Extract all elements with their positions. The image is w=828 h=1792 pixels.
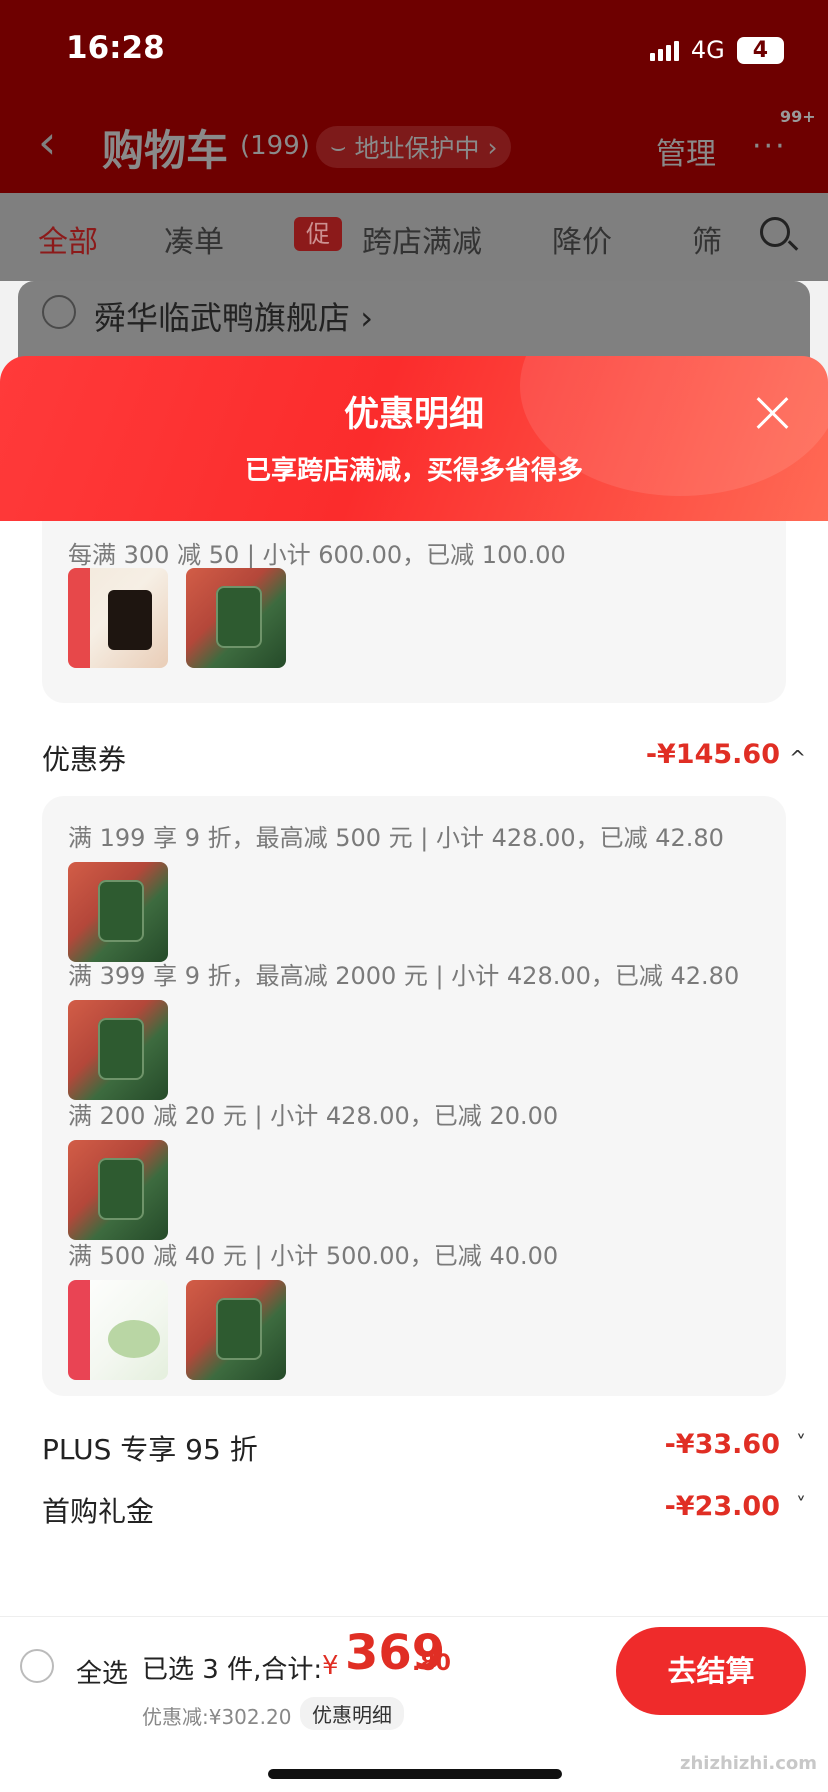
page-title: 购物车: [102, 126, 229, 175]
plus-discount-amount[interactable]: -¥33.60: [665, 1429, 780, 1460]
store-row: 舜华临武鸭旗舰店 ›: [18, 281, 810, 361]
address-protect-label: 地址保护中: [354, 134, 480, 163]
coupon-rule: 满 200 减 20 元 | 小计 428.00，已减 20.00: [68, 1102, 559, 1130]
chevron-left-icon[interactable]: ‹: [38, 115, 56, 169]
close-icon[interactable]: [752, 392, 794, 434]
sheet-title: 优惠明细: [343, 395, 484, 435]
product-thumbnail: [68, 1140, 168, 1240]
home-indicator[interactable]: [268, 1769, 562, 1779]
status-bar: 16:28 4G 4: [0, 0, 828, 95]
cross-store-rule: 每满 300 减 50 | 小计 600.00，已减 100.00: [68, 541, 566, 569]
tab-all[interactable]: 全部: [38, 217, 98, 261]
battery-icon: 4: [736, 36, 784, 64]
message-badge: 99+: [780, 107, 816, 126]
discount-total: 优惠减:¥302.20: [142, 1705, 292, 1729]
discount-sheet-body: 每满 300 减 50 | 小计 600.00，已减 100.00 优惠券 -¥…: [0, 521, 828, 1616]
chevron-down-icon[interactable]: ˅: [796, 1431, 806, 1455]
select-all-label[interactable]: 全选: [76, 1653, 128, 1690]
chevron-up-icon[interactable]: ^: [789, 746, 806, 770]
tab-filter[interactable]: 筛: [692, 217, 722, 261]
manage-button[interactable]: 管理: [656, 129, 716, 173]
coupon-amount[interactable]: -¥145.60: [646, 739, 780, 770]
watermark: zhizhizhi.com: [680, 1753, 818, 1774]
signal-icon: [649, 39, 679, 61]
more-icon[interactable]: ···: [752, 129, 787, 164]
plus-discount-label: PLUS 专享 95 折: [42, 1433, 258, 1466]
nav-bar: ‹ 购物车 (199) ⌣ 地址保护中 › 管理 ··· 99+: [0, 95, 828, 193]
first-purchase-label: 首购礼金: [42, 1495, 155, 1528]
status-indicators: 4G 4: [649, 36, 784, 64]
sheet-subtitle: 已享跨店满减，买得多省得多: [244, 456, 583, 486]
tab-combine[interactable]: 凑单: [164, 217, 224, 261]
address-protect-chip[interactable]: ⌣ 地址保护中 ›: [316, 126, 512, 168]
total-price-decimal: .80: [412, 1651, 451, 1676]
search-icon[interactable]: [760, 217, 790, 247]
discount-detail-button[interactable]: 优惠明细: [300, 1697, 404, 1730]
filter-bar: 全部 凑单 促 跨店满减 降价 筛: [0, 193, 828, 281]
product-thumbnail: [68, 568, 168, 668]
checkout-button[interactable]: 去结算: [616, 1627, 806, 1715]
product-thumbnail: [68, 1000, 168, 1100]
coupon-rule: 满 199 享 9 折，最高减 500 元 | 小计 428.00，已减 42.…: [68, 824, 724, 852]
promo-tag-icon: 促: [294, 217, 342, 251]
select-all-checkbox[interactable]: [20, 1649, 54, 1683]
chevron-right-icon: ›: [487, 132, 498, 162]
coupon-rule: 满 500 减 40 元 | 小计 500.00，已减 40.00: [68, 1242, 559, 1270]
first-purchase-amount[interactable]: -¥23.00: [665, 1491, 780, 1522]
chevron-down-icon[interactable]: ˅: [796, 1493, 806, 1517]
product-thumbnail: [68, 862, 168, 962]
store-checkbox[interactable]: [42, 295, 76, 329]
eye-closed-icon: ⌣: [330, 132, 347, 161]
coupon-panel: 满 199 享 9 折，最高减 500 元 | 小计 428.00，已减 42.…: [42, 796, 786, 1396]
product-thumbnail: [186, 1280, 286, 1380]
coupon-label: 优惠券: [42, 743, 127, 776]
discount-sheet-header: 优惠明细 已享跨店满减，买得多省得多: [0, 356, 828, 521]
selected-summary: 已选 3 件,合计:: [142, 1655, 323, 1685]
product-thumbnail: [186, 568, 286, 668]
price-symbol: ¥: [322, 1651, 339, 1681]
checkout-bar: 全选 已选 3 件,合计: ¥ 369 .80 优惠减:¥302.20 优惠明细…: [0, 1616, 828, 1792]
coupon-rule: 满 399 享 9 折，最高减 2000 元 | 小计 428.00，已减 42…: [68, 962, 740, 990]
chevron-right-icon: ›: [360, 299, 373, 337]
store-name[interactable]: 舜华临武鸭旗舰店 ›: [94, 293, 373, 339]
cross-store-panel: 每满 300 减 50 | 小计 600.00，已减 100.00: [42, 521, 786, 703]
cart-count: (199): [240, 131, 310, 161]
network-label: 4G: [690, 36, 725, 64]
status-time: 16:28: [66, 30, 165, 66]
product-thumbnail: [68, 1280, 168, 1380]
tab-price-drop[interactable]: 降价: [552, 217, 612, 261]
tab-cross-store[interactable]: 跨店满减: [362, 217, 482, 261]
